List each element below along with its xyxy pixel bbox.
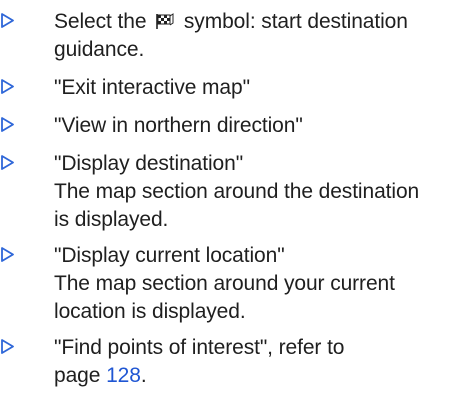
page-reference-link[interactable]: 128 [106,364,141,387]
list-item-text: "Exit interactive map" [54,74,442,102]
sentence-period: . [140,364,147,387]
instruction-continuation: guidance. [54,38,145,61]
triangle-right-icon [1,247,14,262]
instruction-list: Select the symbol: start destination gui… [0,0,449,393]
item-description: The map section around the destination [54,180,420,203]
menu-option-find-points-of-interest: "Find points of interest", refer to [54,336,345,359]
triangle-right-icon [1,13,14,28]
instruction-text-after-symbol: symbol: start destination [183,10,408,33]
triangle-right-icon [1,117,14,132]
list-item-text: "View in northern direction" [54,112,442,140]
list-item-text: "Display current location" The map secti… [54,242,442,326]
item-description: location is displayed. [54,300,246,323]
menu-option-display-destination: "Display destination" [54,152,244,175]
instruction-text-before-symbol: Select the [54,10,147,33]
triangle-right-icon [1,155,14,170]
triangle-right-icon [1,79,14,94]
checkered-flag-icon [156,13,174,29]
menu-option-view-northern-direction: "View in northern direction" [54,114,303,137]
list-item-text: "Find points of interest", refer to page… [54,334,442,390]
list-item-text: "Display destination" The map section ar… [54,150,442,234]
page-reference-label: page [54,364,101,387]
menu-option-display-current-location: "Display current location" [54,244,285,267]
menu-option-exit-interactive-map: "Exit interactive map" [54,76,250,99]
item-description: is displayed. [54,208,169,231]
list-item-text: Select the symbol: start destination gui… [54,8,442,64]
item-description: The map section around your current [54,272,395,295]
triangle-right-icon [1,339,14,354]
